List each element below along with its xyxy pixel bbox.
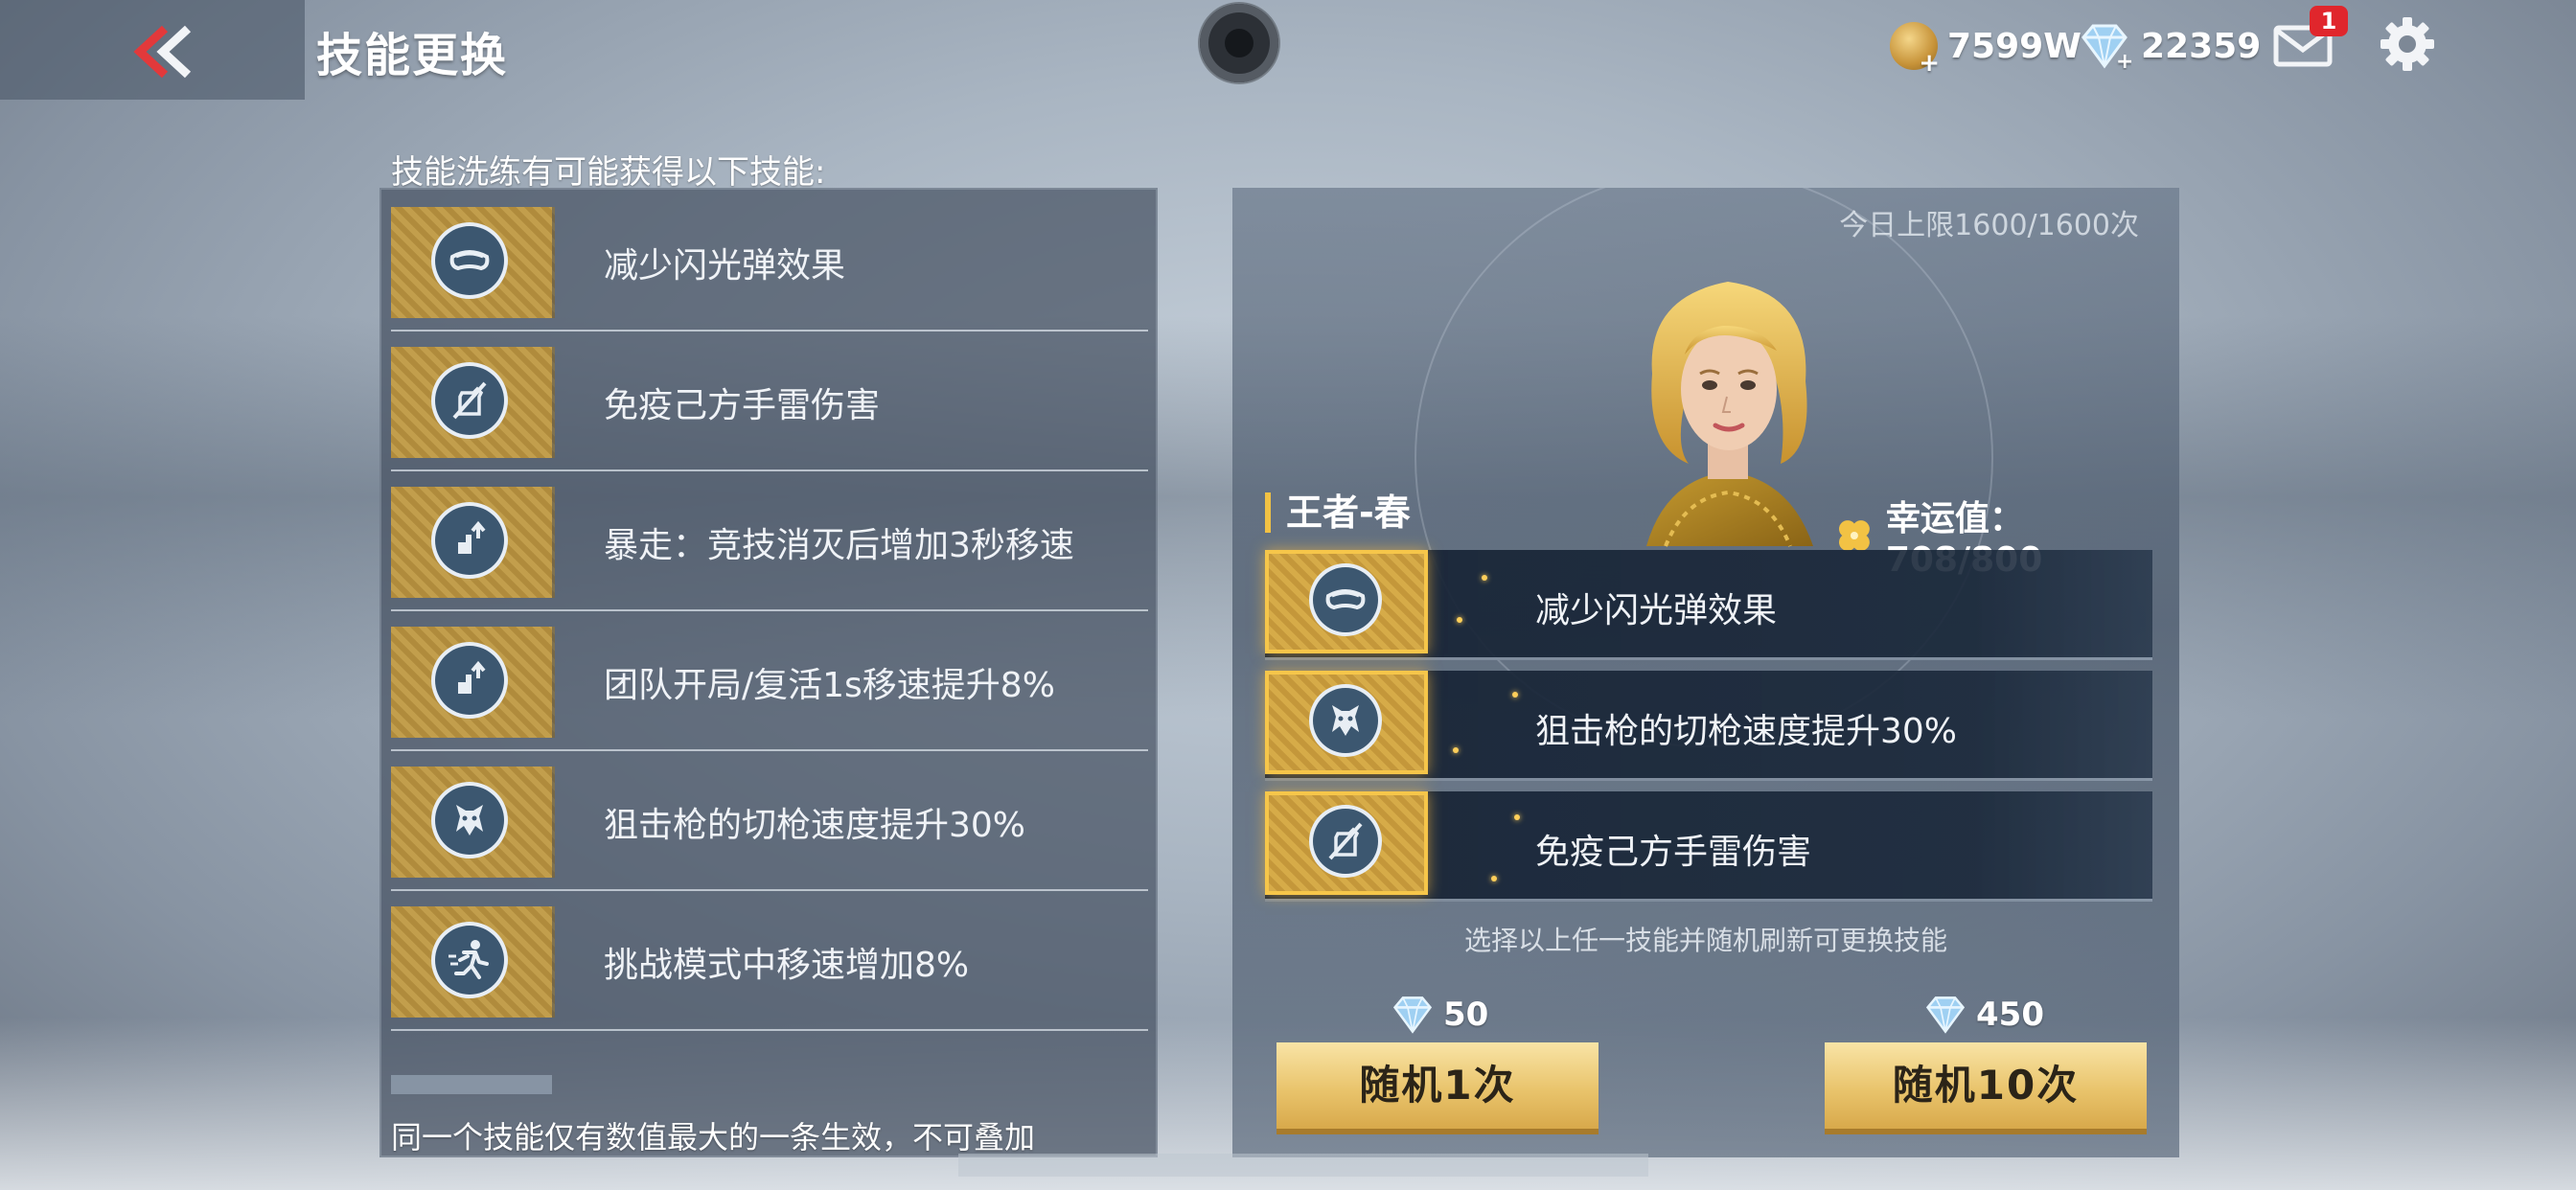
wolf-emblem-icon [456,805,483,835]
gem-amount: 22359 [2141,26,2262,66]
bottom-strip [958,1154,1648,1177]
list-item: 免疫己方手雷伤害 [391,330,1148,471]
equipped-skill-slot[interactable]: 免疫己方手雷伤害 [1265,791,2152,902]
running-man-icon [448,940,489,979]
skill-label: 挑战模式中移速增加8% [604,946,970,985]
speed-boost-icon [458,520,486,554]
gold-currency[interactable]: 7599W [1890,17,2082,78]
wolf-emblem-icon [1332,705,1359,736]
character-name: 王者-春 [1265,492,1411,533]
gold-amount: 7599W [1947,26,2082,66]
mail-badge: 1 [2310,6,2348,36]
roll-once-cost: 50 [1388,995,1488,1035]
skill-label: 免疫己方手雷伤害 [604,386,881,425]
skill-tile [1265,791,1428,895]
skill-label: 团队开局/复活1s移速提升8% [604,666,1055,705]
skill-label: 狙击枪的切枪速度提升30% [604,806,1026,845]
gem-currency[interactable]: + 22359 [2078,17,2261,75]
character-panel: 今日上限1600/1600次 王者-春 幸运值： 减少闪光弹效果 狙击枪的切枪速… [1232,188,2179,1157]
equipped-skill-slot[interactable]: 狙击枪的切枪速度提升30% [1265,671,2152,781]
roll-ten-cost: 450 [1920,995,2044,1035]
page-title: 技能更换 [316,29,509,82]
refresh-hint: 选择以上任一技能并随机刷新可更换技能 [1463,925,1947,956]
back-button[interactable] [0,0,305,100]
diamond-icon [1392,996,1433,1034]
settings-gear-icon[interactable] [2379,15,2436,73]
gold-coin-icon [1890,22,1940,78]
character-portrait [1646,282,1813,547]
goggles-icon [449,250,490,271]
list-item: 暴走：竞技消灭后增加3秒移速 [391,469,1148,611]
equipped-skill-slot[interactable]: 减少闪光弹效果 [1265,550,2152,660]
skill-tile [1265,671,1428,774]
grenade-immune-icon [1328,822,1363,860]
list-item: 狙击枪的切枪速度提升30% [391,749,1148,891]
roll-once-cost-value: 50 [1443,995,1489,1034]
speed-boost-icon [458,660,486,694]
skill-label: 暴走：竞技消灭后增加3秒移速 [604,526,1074,565]
skill-label: 狙击枪的切枪速度提升30% [1535,712,1958,751]
goggles-icon [1325,589,1366,610]
partial-skill-tile [391,1075,552,1094]
grenade-immune-icon [452,381,487,420]
list-item: 团队开局/复活1s移速提升8% [391,609,1148,751]
skill-tile [1265,550,1428,653]
daily-limit: 今日上限1600/1600次 [1839,209,2139,242]
skill-tile [391,207,555,318]
diamond-icon: + [2082,24,2131,70]
skill-pool-footer: 同一个技能仅有数值最大的一条生效，不可叠加 [391,1119,1036,1156]
back-chevron-icon [133,25,192,79]
skill-pool-list[interactable]: 减少闪光弹效果 免疫己方手雷伤害 暴走：竞技消灭后增加3秒移速 团队开局/复活1… [380,188,1158,1157]
skill-tile [391,906,555,1018]
roll-ten-button[interactable]: 随机10次 [1825,1042,2147,1134]
list-item: 减少闪光弹效果 [391,190,1148,332]
camera-button[interactable] [1200,4,1278,82]
roll-once-button[interactable]: 随机1次 [1276,1042,1598,1134]
skill-label: 减少闪光弹效果 [604,246,846,286]
skill-tile [391,627,555,738]
list-item: 挑战模式中移速增加8% [391,889,1148,1031]
skill-label: 免疫己方手雷伤害 [1535,833,1812,872]
skill-tile [391,347,555,458]
diamond-icon [1925,996,1966,1034]
skill-label: 减少闪光弹效果 [1535,591,1778,630]
skill-tile [391,487,555,598]
skill-tile [391,767,555,878]
skill-pool-caption: 技能洗练有可能获得以下技能: [391,153,826,192]
svg-text:+: + [2116,50,2131,70]
roll-ten-cost-value: 450 [1976,995,2044,1034]
